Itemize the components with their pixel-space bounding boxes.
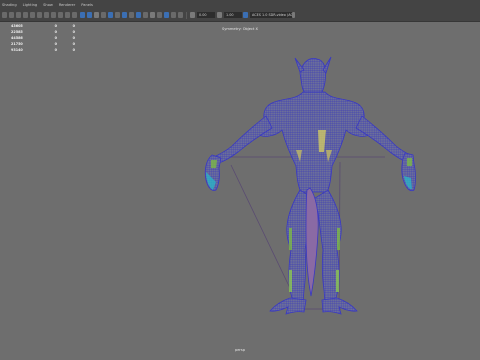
resolution-gate-icon[interactable] <box>44 12 49 18</box>
gamma-field[interactable]: 1.00 <box>224 12 242 18</box>
isolate-select-icon[interactable] <box>150 12 155 18</box>
gamma-icon <box>217 12 222 18</box>
menu-renderer[interactable]: Renderer <box>59 0 75 10</box>
textured-icon[interactable] <box>101 12 106 18</box>
grid-icon[interactable] <box>30 12 35 18</box>
color-management-icon[interactable] <box>243 12 248 18</box>
wireframe-on-shaded-icon[interactable] <box>94 12 99 18</box>
shadows-icon[interactable] <box>115 12 120 18</box>
exposure-icon <box>190 12 195 18</box>
safe-title-icon[interactable] <box>72 12 77 18</box>
screen-space-ao-icon[interactable] <box>122 12 127 18</box>
motion-blur-icon[interactable] <box>129 12 134 18</box>
menu-panels[interactable]: Panels <box>81 0 93 10</box>
use-all-lights-icon[interactable] <box>108 12 113 18</box>
xray-icon[interactable] <box>157 12 162 18</box>
gate-mask-icon[interactable] <box>51 12 56 18</box>
backface-culling-icon[interactable] <box>178 12 183 18</box>
character-mesh[interactable] <box>204 56 416 315</box>
viewport-canvas[interactable] <box>0 22 480 360</box>
field-chart-icon[interactable] <box>58 12 63 18</box>
depth-of-field-icon[interactable] <box>143 12 148 18</box>
camera-attributes-icon[interactable] <box>9 12 14 18</box>
camera-label: persp <box>234 348 246 352</box>
xray-joints-icon[interactable] <box>164 12 169 18</box>
view-transform-dropdown[interactable]: ACES 1.0 SDR-video (ACES) <box>250 12 294 18</box>
chevron-down-icon[interactable] <box>292 12 295 18</box>
panel-menubar: Shading Lighting Show Renderer Panels <box>0 0 480 10</box>
symmetry-label: Symmetry: Object X <box>221 27 259 31</box>
safe-action-icon[interactable] <box>65 12 70 18</box>
panel-toolbar: 0.00 1.00 ACES 1.0 SDR-video (ACES) <box>0 10 480 22</box>
menu-show[interactable]: Show <box>43 0 53 10</box>
wireframe-icon[interactable] <box>80 12 85 18</box>
film-gate-icon[interactable] <box>37 12 42 18</box>
menu-shading[interactable]: Shading <box>2 0 17 10</box>
select-camera-icon[interactable] <box>2 12 7 18</box>
exposure-field[interactable]: 0.00 <box>197 12 215 18</box>
multisample-aa-icon[interactable] <box>136 12 141 18</box>
smooth-shade-icon[interactable] <box>87 12 92 18</box>
xray-active-components-icon[interactable] <box>171 12 176 18</box>
toolbar-separator <box>186 12 187 19</box>
image-plane-icon[interactable] <box>23 12 28 18</box>
bookmark-icon[interactable] <box>16 12 21 18</box>
menu-lighting[interactable]: Lighting <box>23 0 38 10</box>
